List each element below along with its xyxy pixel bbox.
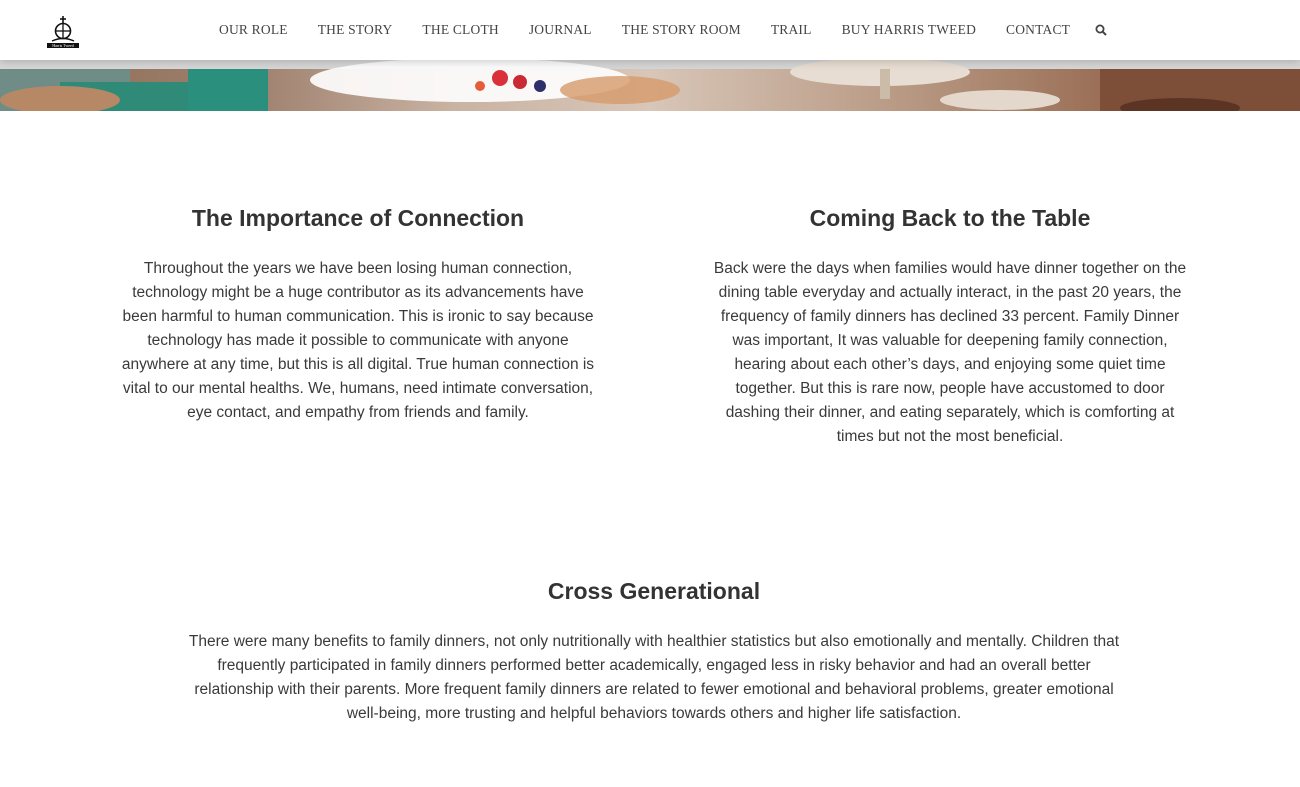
hero-image bbox=[0, 60, 1300, 111]
search-icon bbox=[1095, 24, 1107, 36]
logo-wordmark: Harris Tweed bbox=[52, 43, 74, 48]
section-table: Coming Back to the Table Back were the d… bbox=[710, 205, 1190, 449]
section-body-connection: Throughout the years we have been losing… bbox=[121, 260, 595, 421]
nav-the-story[interactable]: THE STORY bbox=[303, 22, 408, 38]
search-button[interactable] bbox=[1091, 20, 1111, 40]
section-connection: The Importance of Connection Throughout … bbox=[118, 205, 598, 425]
page: Harris Tweed OUR ROLE THE STORY THE CLOT… bbox=[0, 0, 1300, 787]
nav-our-role[interactable]: OUR ROLE bbox=[204, 22, 303, 38]
hero-photo-shapes bbox=[0, 60, 1300, 111]
harris-tweed-logo[interactable]: Harris Tweed bbox=[44, 14, 82, 52]
nav-trail[interactable]: TRAIL bbox=[756, 22, 827, 38]
nav-the-cloth[interactable]: THE CLOTH bbox=[407, 22, 513, 38]
section-title-table: Coming Back to the Table bbox=[809, 205, 1091, 231]
nav-journal[interactable]: JOURNAL bbox=[514, 22, 607, 38]
main-nav: OUR ROLE THE STORY THE CLOTH JOURNAL THE… bbox=[204, 0, 1111, 60]
section-title-cross: Cross Generational bbox=[547, 578, 761, 604]
section-body-cross: There were many benefits to family dinne… bbox=[188, 633, 1120, 722]
section-cross-generational: Cross Generational There were many benef… bbox=[180, 578, 1128, 726]
site-header: Harris Tweed OUR ROLE THE STORY THE CLOT… bbox=[0, 0, 1300, 60]
nav-contact[interactable]: CONTACT bbox=[991, 22, 1085, 38]
nav-buy-harris-tweed[interactable]: BUY HARRIS TWEED bbox=[827, 22, 991, 38]
nav-the-story-room[interactable]: THE STORY ROOM bbox=[607, 22, 756, 38]
section-title-connection: The Importance of Connection bbox=[191, 205, 525, 231]
orb-logo-icon: Harris Tweed bbox=[47, 16, 79, 48]
section-body-table: Back were the days when families would h… bbox=[713, 260, 1187, 445]
